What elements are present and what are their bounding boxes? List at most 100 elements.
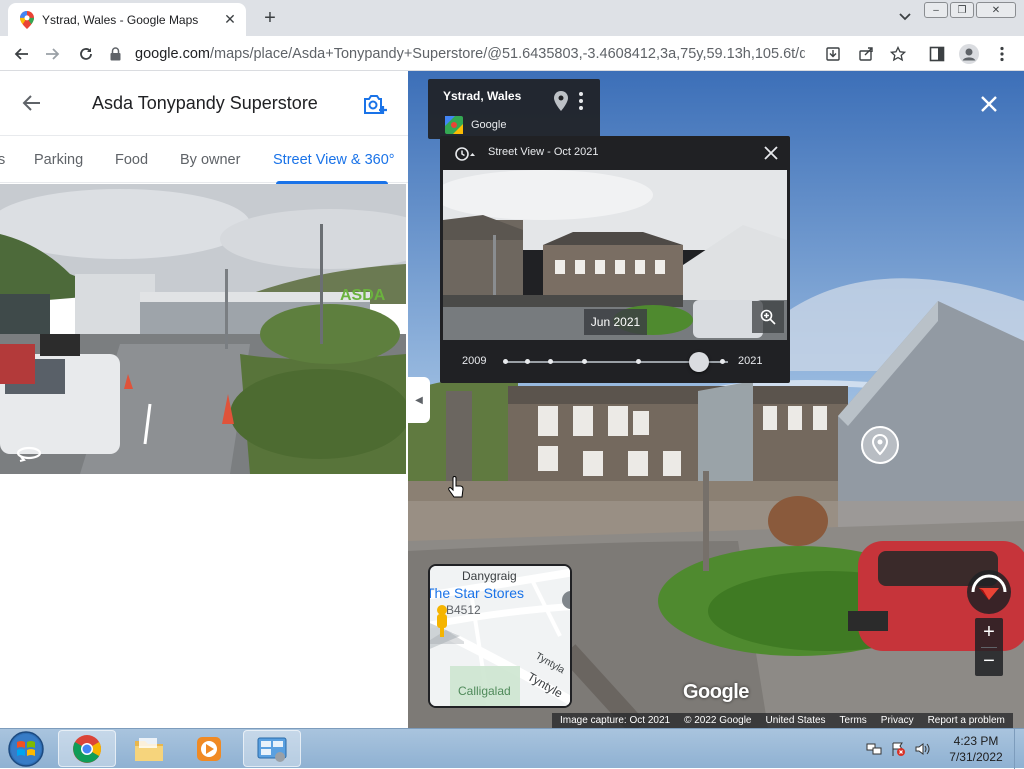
star-icon[interactable] — [885, 41, 911, 67]
close-icon[interactable] — [978, 93, 1000, 115]
taskbar-clock[interactable]: 4:23 PM 7/31/2022 — [940, 733, 1012, 765]
window-close-button[interactable]: ✕ — [976, 2, 1016, 18]
slider-tick[interactable] — [582, 359, 587, 364]
area-label: Calligalad — [458, 684, 511, 698]
taskbar-explorer[interactable] — [120, 730, 178, 767]
network-icon[interactable] — [866, 741, 882, 757]
share-icon[interactable] — [853, 41, 879, 67]
windows-start-icon[interactable] — [6, 731, 46, 767]
slider-tick[interactable] — [503, 359, 508, 364]
tab-title: Ystrad, Wales - Google Maps — [42, 12, 199, 27]
time-travel-header: Street View - Oct 2021 — [440, 136, 790, 170]
street-view-address-card: Ystrad, Wales Google — [428, 79, 600, 139]
volume-icon[interactable] — [914, 741, 930, 757]
flag-icon[interactable] — [890, 741, 906, 757]
location-name: Ystrad, Wales — [443, 89, 522, 103]
rotate-360-icon[interactable] — [16, 443, 42, 463]
terms-link[interactable]: Terms — [840, 715, 867, 726]
show-desktop-button[interactable] — [1014, 729, 1024, 769]
slider-tick[interactable] — [720, 359, 725, 364]
chevron-down-icon[interactable] — [896, 9, 914, 25]
street-view-footer: Image capture: Oct 2021 © 2022 Google Un… — [552, 713, 1013, 728]
clock-date: 7/31/2022 — [949, 750, 1003, 764]
media-player-icon — [197, 736, 221, 761]
tab-food[interactable]: Food — [115, 152, 148, 168]
google-maps-icon — [445, 116, 463, 134]
url-text[interactable]: google.com/maps/place/Asda+Tonypandy+Sup… — [135, 46, 805, 62]
location-marker-icon[interactable] — [860, 425, 900, 465]
zoom-in-icon[interactable] — [752, 301, 784, 333]
back-arrow-icon[interactable] — [20, 91, 44, 115]
image-capture-date: Image capture: Oct 2021 — [560, 715, 671, 726]
window-controls: ‒ ❐ ✕ — [924, 2, 1016, 18]
place-panel: Asda Tonypandy Superstore s Parking Food… — [0, 71, 408, 728]
sidepanel-icon[interactable] — [924, 41, 950, 67]
slider-end-year: 2021 — [738, 355, 763, 367]
tab-parking[interactable]: Parking — [34, 152, 83, 168]
slider-tick[interactable] — [636, 359, 641, 364]
slider-handle[interactable] — [688, 352, 709, 372]
map-label: Danygraig — [462, 569, 517, 583]
close-icon[interactable] — [762, 144, 780, 162]
control-panel-icon — [257, 737, 287, 762]
folder-icon — [135, 737, 163, 761]
tab-partial[interactable]: s — [0, 152, 5, 168]
browser-tab-strip: Ystrad, Wales - Google Maps ✕ + ‒ ❐ ✕ — [0, 0, 1024, 36]
panel-header: Asda Tonypandy Superstore — [0, 71, 408, 135]
kebab-menu-icon[interactable] — [989, 41, 1015, 67]
photo-category-tabs: s Parking Food By owner Street View & 36… — [0, 135, 408, 184]
restore-button[interactable]: ❐ — [950, 2, 974, 18]
plus-icon[interactable]: + — [258, 7, 282, 29]
page-title: Asda Tonypandy Superstore — [92, 93, 318, 113]
map-place-label[interactable]: The Star Stores — [430, 585, 524, 601]
close-icon[interactable]: ✕ — [222, 11, 238, 28]
taskbar-media-player[interactable] — [180, 730, 238, 767]
reload-icon[interactable] — [73, 41, 99, 67]
preview-date-label: Jun 2021 — [584, 309, 647, 335]
maps-pin-icon — [20, 10, 34, 29]
time-travel-panel: Street View - Oct 2021 Jun 2021 2009 202… — [440, 136, 790, 383]
browser-toolbar: google.com/maps/place/Asda+Tonypandy+Sup… — [0, 36, 1024, 71]
forward-arrow-icon[interactable] — [40, 41, 66, 67]
zoom-in-button[interactable]: + — [975, 618, 1003, 647]
region-link[interactable]: United States — [766, 715, 826, 726]
svg-text:ASDA: ASDA — [340, 287, 386, 304]
slider-tick[interactable] — [525, 359, 530, 364]
browser-tab[interactable]: Ystrad, Wales - Google Maps ✕ — [8, 3, 246, 36]
lock-icon[interactable] — [110, 46, 121, 61]
collapse-panel-button[interactable]: ◀ — [408, 377, 430, 423]
pegman-icon[interactable] — [428, 604, 464, 644]
google-logo: Google — [683, 681, 749, 703]
slider-tick[interactable] — [548, 359, 553, 364]
hand-cursor-icon — [448, 476, 464, 498]
profile-icon[interactable] — [956, 41, 982, 67]
taskbar-control-panel[interactable] — [243, 730, 301, 767]
image-owner: Google — [471, 119, 507, 131]
location-pin-icon[interactable] — [554, 91, 568, 111]
clock-time: 4:23 PM — [953, 734, 999, 748]
street-view-thumbnail[interactable]: ASDA — [0, 184, 406, 474]
tab-street-view[interactable]: Street View & 360° — [273, 152, 395, 168]
mini-map[interactable]: Danygraig The Star Stores B4512 Tyntyla … — [428, 564, 572, 708]
report-problem-link[interactable]: Report a problem — [928, 715, 1005, 726]
slider-start-year: 2009 — [462, 355, 487, 367]
street-view-canvas[interactable]: Ystrad, Wales Google Street View - Oct 2… — [408, 71, 1024, 728]
address-bar[interactable]: google.com/maps/place/Asda+Tonypandy+Sup… — [110, 40, 850, 67]
minimize-button[interactable]: ‒ — [924, 2, 948, 18]
chrome-icon — [73, 734, 101, 763]
back-arrow-icon[interactable] — [8, 41, 34, 67]
history-clock-icon[interactable] — [454, 146, 476, 162]
zoom-out-button[interactable]: − — [975, 647, 1003, 676]
time-travel-title: Street View - Oct 2021 — [488, 146, 599, 158]
privacy-link[interactable]: Privacy — [881, 715, 914, 726]
compass-icon[interactable] — [965, 568, 1013, 616]
time-travel-preview[interactable]: Jun 2021 — [443, 170, 787, 340]
time-travel-slider[interactable]: 2009 2021 — [440, 342, 790, 382]
tab-by-owner[interactable]: By owner — [180, 152, 240, 168]
system-tray — [866, 741, 930, 757]
windows-taskbar: 4:23 PM 7/31/2022 — [0, 728, 1024, 769]
taskbar-chrome[interactable] — [58, 730, 116, 767]
kebab-menu-icon[interactable] — [578, 91, 584, 111]
download-icon[interactable] — [820, 41, 846, 67]
add-photo-icon[interactable] — [362, 91, 388, 117]
